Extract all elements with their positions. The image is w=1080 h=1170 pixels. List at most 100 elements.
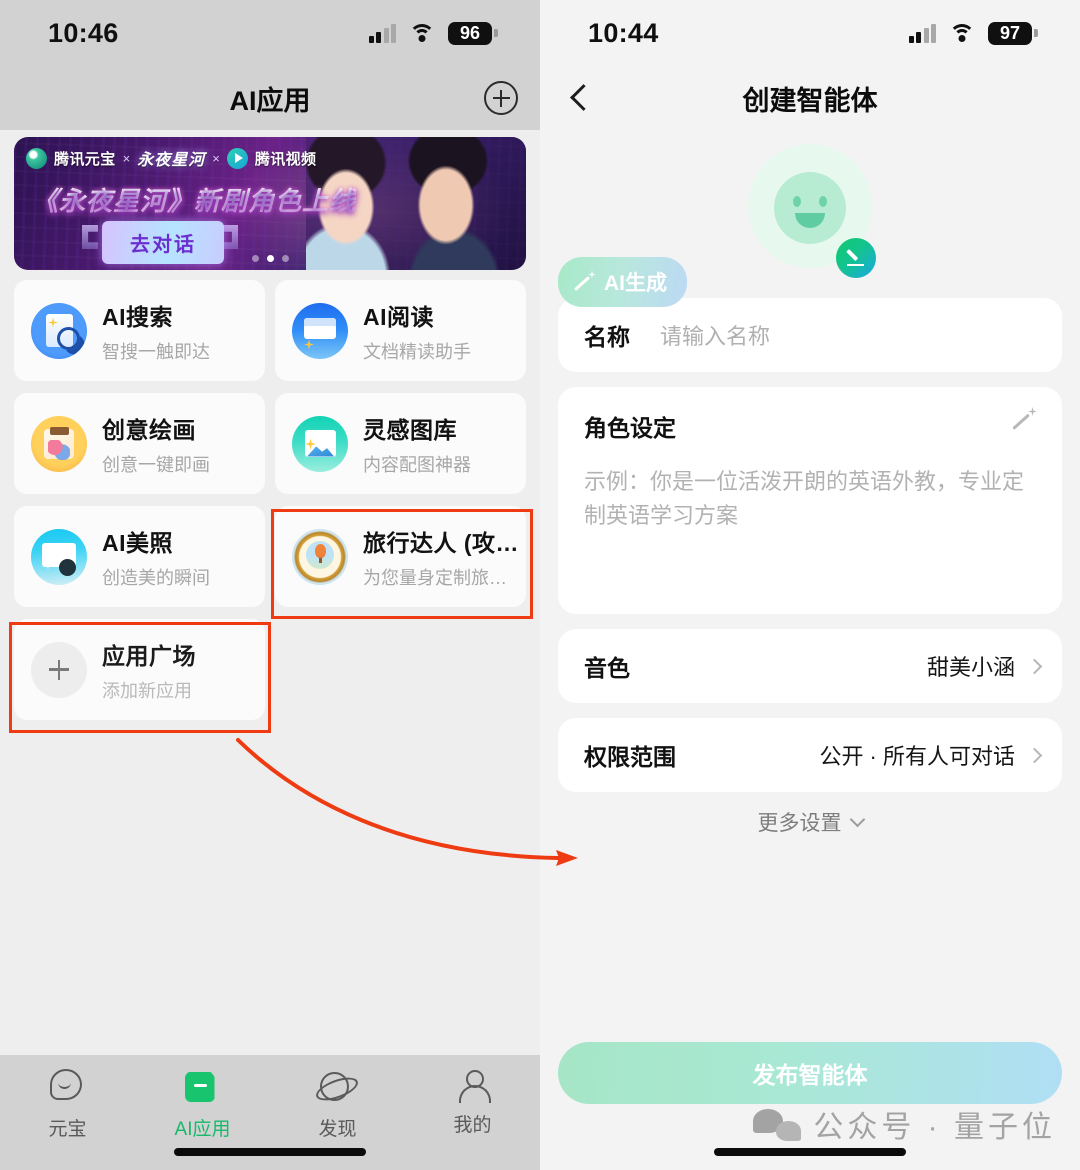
app-title: 创意绘画 xyxy=(102,416,196,443)
status-bar-left: 10:46 96 xyxy=(0,0,540,66)
name-label: 名称 xyxy=(584,324,630,350)
tab-label: AI应用 xyxy=(174,1119,231,1140)
app-title: 旅行达人 (攻… xyxy=(363,529,520,556)
app-card-app-plaza[interactable]: 应用广场 添加新应用 xyxy=(14,619,265,720)
tab-profile[interactable]: 我的 xyxy=(405,1069,540,1137)
bottom-tab-bar: 元宝 AI应用 发现 我的 xyxy=(0,1055,540,1170)
app-card-ai-read[interactable]: AI阅读 文档精读助手 xyxy=(275,280,526,381)
app-card-creative-draw[interactable]: 创意绘画 创意一键即画 xyxy=(14,393,265,494)
promo-banner[interactable]: 腾讯元宝 × 永夜星河 × 腾讯视频 《永夜星河》新剧角色上线 去对话 xyxy=(14,137,526,270)
banner-headline: 《永夜星河》新剧角色上线 xyxy=(32,181,356,218)
signal-bars-icon xyxy=(908,23,936,43)
app-subtitle: 内容配图神器 xyxy=(363,454,471,475)
chevron-right-icon xyxy=(1026,747,1043,763)
ai-generate-button[interactable]: AI生成 xyxy=(558,257,687,307)
battery-indicator: 96 xyxy=(448,21,498,45)
creative-draw-icon xyxy=(31,415,87,472)
yuanbao-logo-icon xyxy=(26,147,47,169)
banner-partner: 腾讯视频 xyxy=(254,150,317,168)
smiley-face-icon[interactable] xyxy=(774,172,846,244)
bag-icon xyxy=(184,1069,221,1105)
status-indicators: 96 xyxy=(368,21,498,45)
battery-level: 97 xyxy=(988,21,1032,45)
name-field-card[interactable]: 名称 请输入名称 xyxy=(558,298,1062,372)
tab-yuanbao[interactable]: 元宝 xyxy=(0,1069,135,1141)
app-subtitle: 为您量身定制旅… xyxy=(363,567,507,588)
tencent-video-icon xyxy=(226,147,248,169)
status-time: 10:44 xyxy=(588,17,659,48)
banner-logo-row: 腾讯元宝 × 永夜星河 × 腾讯视频 xyxy=(26,146,316,170)
persona-label: 角色设定 xyxy=(584,415,676,441)
persona-textarea[interactable]: 示例：你是一位活泼开朗的英语外教，专业定制英语学习方案 xyxy=(584,465,1036,533)
page-title: 创建智能体 xyxy=(742,85,878,116)
plus-circle-icon[interactable] xyxy=(484,81,518,115)
ai-generate-label: AI生成 xyxy=(604,272,667,295)
persona-field-card[interactable]: 角色设定 示例：你是一位活泼开朗的英语外教，专业定制英语学习方案 xyxy=(558,387,1062,614)
app-card-travel-expert[interactable]: 旅行达人 (攻… 为您量身定制旅… xyxy=(275,506,526,607)
battery-indicator: 97 xyxy=(988,21,1038,45)
banner-x1: × xyxy=(122,150,131,166)
dot-2[interactable] xyxy=(266,255,274,262)
app-title: AI阅读 xyxy=(363,303,434,330)
wechat-icon xyxy=(753,1107,802,1141)
magic-wand-icon xyxy=(574,272,595,293)
app-subtitle: 添加新应用 xyxy=(102,680,192,701)
left-content-area: 腾讯元宝 × 永夜星河 × 腾讯视频 《永夜星河》新剧角色上线 去对话 AI搜索… xyxy=(0,130,540,1059)
name-input[interactable]: 请输入名称 xyxy=(660,319,770,351)
left-phone-panel: 10:46 96 AI应用 腾讯元宝 × 永夜星河 × 腾讯视频 《永夜星河》新… xyxy=(0,0,540,1170)
ai-photo-icon xyxy=(31,528,87,585)
permission-row-card[interactable]: 权限范围 公开 · 所有人可对话 xyxy=(558,718,1062,792)
banner-pagination-dots[interactable] xyxy=(14,255,526,262)
voice-label: 音色 xyxy=(584,655,630,681)
chevron-left-icon[interactable] xyxy=(566,84,594,112)
avatar-eye-left xyxy=(793,196,801,207)
pencil-edit-icon[interactable] xyxy=(836,238,876,278)
signal-bars-icon xyxy=(368,23,396,43)
app-grid: AI搜索 智搜一触即达 AI阅读 文档精读助手 创意绘画 创意一键即画 灵感图库… xyxy=(14,280,526,720)
wifi-icon xyxy=(409,23,435,43)
chevron-right-icon xyxy=(1026,658,1043,674)
avatar-eye-right xyxy=(819,196,827,207)
permission-value: 公开 · 所有人可对话 xyxy=(819,744,1015,769)
voice-row-card[interactable]: 音色 甜美小涵 xyxy=(558,629,1062,703)
more-settings-toggle[interactable]: 更多设置 xyxy=(540,807,1080,837)
ai-search-icon xyxy=(31,302,87,359)
inspiration-gallery-icon xyxy=(292,415,348,472)
voice-value: 甜美小涵 xyxy=(926,655,1015,680)
travel-expert-icon xyxy=(292,528,348,585)
app-subtitle: 文档精读助手 xyxy=(363,341,471,362)
banner-x2: × xyxy=(212,150,220,166)
tab-ai-apps[interactable]: AI应用 xyxy=(135,1069,270,1141)
publish-button[interactable]: 发布智能体 xyxy=(558,1042,1062,1104)
tab-discover[interactable]: 发现 xyxy=(270,1069,405,1141)
ai-read-icon xyxy=(292,302,348,359)
dot-1[interactable] xyxy=(251,255,259,262)
home-indicator xyxy=(714,1148,906,1156)
avatar-section: AI生成 xyxy=(540,136,1080,307)
permission-label: 权限范围 xyxy=(584,744,676,770)
app-title: 灵感图库 xyxy=(363,416,457,443)
watermark-text: 公众号 · 量子位 xyxy=(813,1111,1056,1144)
status-time: 10:46 xyxy=(48,17,119,48)
app-subtitle: 智搜一触即达 xyxy=(102,341,210,362)
tab-label: 发现 xyxy=(318,1119,357,1140)
chevron-down-icon xyxy=(849,811,865,828)
app-subtitle: 创造美的瞬间 xyxy=(102,567,210,588)
magic-wand-icon[interactable] xyxy=(1012,409,1036,433)
battery-tip xyxy=(494,29,498,37)
nav-bar-left: AI应用 xyxy=(0,66,540,130)
right-phone-panel: 10:44 97 创建智能体 AI生成 名称 请输入名称 角色设定 示例：你是一… xyxy=(540,0,1080,1170)
app-subtitle: 创意一键即画 xyxy=(102,454,210,475)
banner-drama-title: 永夜星河 xyxy=(137,152,206,169)
watermark: 公众号 · 量子位 xyxy=(753,1102,1056,1146)
home-indicator xyxy=(174,1148,366,1156)
app-card-ai-photo[interactable]: AI美照 创造美的瞬间 xyxy=(14,506,265,607)
app-card-ai-search[interactable]: AI搜索 智搜一触即达 xyxy=(14,280,265,381)
wifi-icon xyxy=(949,23,975,43)
status-bar-right: 10:44 97 xyxy=(540,0,1080,66)
app-title: AI搜索 xyxy=(102,303,173,330)
app-card-inspiration-gallery[interactable]: 灵感图库 内容配图神器 xyxy=(275,393,526,494)
dot-3[interactable] xyxy=(281,255,289,262)
battery-tip xyxy=(1034,29,1038,37)
battery-level: 96 xyxy=(448,21,492,45)
